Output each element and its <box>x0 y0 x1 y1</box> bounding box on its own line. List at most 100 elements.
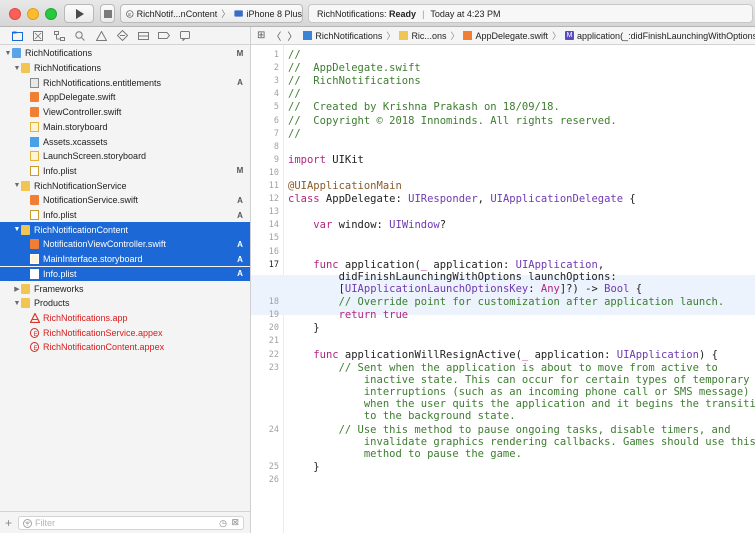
file-tree-row[interactable]: E RichNotificationContent.appex <box>0 340 250 355</box>
file-tree-label: RichNotificationService.appex <box>43 327 163 338</box>
file-tree-label: RichNotifications.app <box>43 312 128 323</box>
file-tree-label: RichNotificationContent.appex <box>43 342 165 353</box>
swift-file-icon <box>30 195 39 206</box>
source-editor[interactable]: 1 // 2 // AppDelegate.swift 3 // RichNotifica… <box>251 45 755 533</box>
code-line[interactable]: // Sent when the application is about to… <box>288 362 755 422</box>
scm-status-badge: A <box>237 269 243 279</box>
forward-arrow-icon[interactable]: 〉 <box>287 28 297 43</box>
code-line[interactable]: func applicationWillResignActive(_ appli… <box>288 349 718 361</box>
code-line[interactable]: // <box>288 128 301 140</box>
file-tree-row[interactable]: ▶ Frameworks <box>0 281 250 296</box>
zoom-window-button[interactable] <box>45 8 57 20</box>
file-tree-label: Assets.xcassets <box>43 136 108 147</box>
code-line[interactable]: // Override point for customization afte… <box>288 296 725 308</box>
file-tree-row[interactable]: ▼ RichNotifications <box>0 61 250 76</box>
breadcrumb-group[interactable]: Ric...ons <box>399 31 446 41</box>
file-tree-row[interactable]: Info.plist A <box>0 266 250 282</box>
code-line[interactable]: } <box>288 322 319 334</box>
file-tree-label: RichNotifications <box>34 63 102 74</box>
breadcrumb-file[interactable]: AppDelegate.swift <box>463 31 548 41</box>
close-window-button[interactable] <box>9 8 21 20</box>
line-number: 17 <box>268 259 279 270</box>
code-line[interactable]: func application(_ application: UIApplic… <box>288 259 642 295</box>
scm-filter-icon[interactable]: ⊠ <box>231 517 239 528</box>
stop-icon <box>103 9 112 18</box>
file-tree-row[interactable]: Info.plist A <box>0 208 250 223</box>
file-tree-row[interactable]: NotificationViewController.swift A <box>0 237 250 252</box>
disclosure-triangle-icon[interactable]: ▼ <box>13 65 21 72</box>
find-navigator-tab-icon[interactable] <box>74 30 86 41</box>
file-tree-row[interactable]: Info.plist M <box>0 164 250 179</box>
code-line[interactable]: return true <box>288 309 409 321</box>
folder-icon <box>399 31 409 40</box>
back-arrow-icon[interactable]: 〈 <box>271 28 281 43</box>
file-tree-row[interactable]: E RichNotificationService.appex <box>0 325 250 340</box>
file-tree-row[interactable]: ▼ Products <box>0 296 250 311</box>
file-tree-row[interactable]: RichNotifications.entitlements A <box>0 75 250 90</box>
folder-icon <box>21 180 30 191</box>
file-tree-row[interactable]: AppDelegate.swift <box>0 90 250 105</box>
file-tree-row[interactable]: Assets.xcassets <box>0 134 250 149</box>
storyboard-icon <box>30 254 39 265</box>
file-tree-row[interactable]: ▼ RichNotifications M <box>0 46 250 61</box>
file-tree-row[interactable]: ViewController.swift <box>0 105 250 120</box>
code-line[interactable]: var window: UIWindow? <box>288 219 446 231</box>
code-line[interactable]: } <box>288 461 319 473</box>
project-navigator-tab-icon[interactable] <box>11 30 23 41</box>
disclosure-triangle-icon[interactable]: ▼ <box>13 182 21 189</box>
code-line[interactable]: // Created by Krishna Prakash on 18/09/1… <box>288 101 560 113</box>
debug-navigator-tab-icon[interactable] <box>137 30 149 41</box>
code-line[interactable]: // <box>288 49 301 61</box>
storyboard-icon <box>30 121 39 132</box>
related-items-icon[interactable]: ⊞ <box>257 30 265 41</box>
line-number: 16 <box>268 246 279 257</box>
file-tree-label: RichNotificationContent <box>34 224 129 235</box>
line-number: 9 <box>273 154 279 165</box>
code-line[interactable]: // Copyright © 2018 Innominds. All right… <box>288 115 617 127</box>
breadcrumb-symbol[interactable]: M application(_:didFinishLaunchingWithOp… <box>565 31 755 41</box>
code-line[interactable]: class AppDelegate: UIResponder, UIApplic… <box>288 193 636 205</box>
minimize-window-button[interactable] <box>27 8 39 20</box>
filter-input[interactable]: Filter ◷ ⊠ <box>18 516 244 530</box>
file-tree-row[interactable]: NotificationService.swift A <box>0 193 250 208</box>
file-tree-row[interactable]: LaunchScreen.storyboard <box>0 149 250 164</box>
disclosure-triangle-icon[interactable]: ▼ <box>4 50 12 57</box>
file-tree-row[interactable]: RichNotifications.app <box>0 311 250 326</box>
file-tree-label: RichNotifications <box>25 48 93 59</box>
code-line[interactable]: // <box>288 88 301 100</box>
line-number: 3 <box>273 76 279 87</box>
project-navigator: ▼ RichNotifications M ▼ RichNotifications Ric… <box>0 27 251 533</box>
code-line[interactable]: // AppDelegate.swift <box>288 62 421 74</box>
code-line[interactable]: import UIKit <box>288 154 364 166</box>
line-number: 13 <box>268 207 279 218</box>
code-line[interactable]: @UIApplicationMain <box>288 180 402 192</box>
device-icon <box>234 10 244 17</box>
test-navigator-tab-icon[interactable] <box>116 30 128 41</box>
report-navigator-tab-icon[interactable] <box>179 30 191 41</box>
file-tree-row[interactable]: MainInterface.storyboard A <box>0 251 250 267</box>
file-tree-label: Info.plist <box>43 210 77 221</box>
add-file-icon[interactable]: + <box>5 516 12 530</box>
run-button[interactable] <box>64 4 94 23</box>
file-tree-label: Frameworks <box>34 283 84 294</box>
code-line[interactable]: // Use this method to pause ongoing task… <box>288 424 755 460</box>
code-line[interactable]: // RichNotifications <box>288 75 421 87</box>
file-tree-row[interactable]: ▼ RichNotificationContent <box>0 222 250 238</box>
disclosure-triangle-icon[interactable]: ▼ <box>13 226 21 233</box>
line-number: 10 <box>268 167 279 178</box>
source-control-tab-icon[interactable] <box>32 30 44 41</box>
breadcrumb-project[interactable]: RichNotifications <box>303 31 382 41</box>
symbol-navigator-tab-icon[interactable] <box>53 30 65 41</box>
recent-files-icon[interactable]: ◷ <box>219 518 227 529</box>
file-tree-label: Products <box>34 298 70 309</box>
file-tree-row[interactable]: ▼ RichNotificationService <box>0 178 250 193</box>
scheme-selector[interactable]: E RichNotif...nContent 〉 iPhone 8 Plus <box>120 4 303 23</box>
file-tree-row[interactable]: Main.storyboard <box>0 120 250 135</box>
disclosure-triangle-icon[interactable]: ▶ <box>13 285 21 293</box>
stop-button[interactable] <box>100 4 115 23</box>
issue-navigator-tab-icon[interactable] <box>95 30 107 41</box>
line-number: 5 <box>273 102 279 113</box>
breakpoint-navigator-tab-icon[interactable] <box>158 30 170 41</box>
disclosure-triangle-icon[interactable]: ▼ <box>13 300 21 307</box>
entitlements-icon <box>30 77 39 88</box>
